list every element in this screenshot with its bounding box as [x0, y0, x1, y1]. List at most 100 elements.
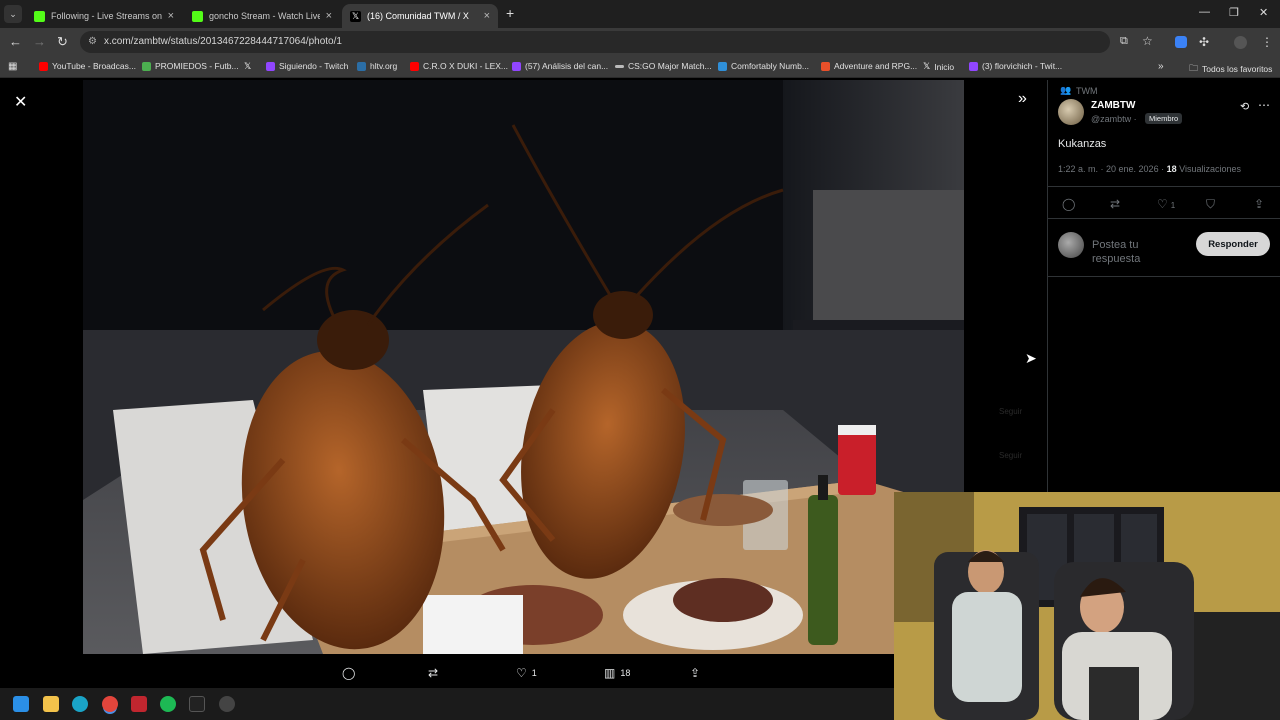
- site-info-icon[interactable]: ⚙: [88, 36, 97, 47]
- twitch-icon: [266, 61, 275, 71]
- install-app-icon[interactable]: ⧉: [1120, 35, 1128, 48]
- browser-toolbar: ← → ↻ ⚙ x.com/zambtw/status/201346722844…: [0, 28, 1280, 56]
- repost-icon[interactable]: ⇄: [428, 666, 438, 680]
- grok-icon[interactable]: ⟲: [1240, 100, 1249, 113]
- bookmark-adventure-rpg[interactable]: Adventure and RPG...: [821, 61, 917, 71]
- tab-search-button[interactable]: ⌄: [4, 5, 22, 23]
- share-icon[interactable]: ⇪: [1254, 197, 1264, 211]
- bookmark-label: CS:GO Major Match...: [628, 61, 712, 71]
- bookmark-label: hltv.org: [370, 61, 398, 71]
- photo-actions-bar: ◯ ⇄ ♡ 1 ▥ 18 ⇪: [0, 660, 1047, 688]
- bookmark-youtube[interactable]: YouTube - Broadcas...: [39, 61, 136, 71]
- minimize-icon[interactable]: —: [1199, 6, 1210, 18]
- spotify-icon[interactable]: [160, 696, 176, 712]
- bookmark-twitch-following[interactable]: Siguiendo - Twitch: [266, 61, 348, 71]
- address-bar[interactable]: ⚙ x.com/zambtw/status/201346722844471706…: [80, 31, 1153, 53]
- back-icon[interactable]: ←: [9, 34, 22, 49]
- bookmark-icon[interactable]: ⛉: [1206, 197, 1215, 212]
- bookmark-analisis[interactable]: (57) Análisis del can...: [512, 61, 608, 71]
- member-badge: Miembro: [1145, 113, 1183, 124]
- bookmark-x[interactable]: 𝕏: [244, 61, 251, 72]
- windows-start-icon[interactable]: [13, 696, 29, 712]
- post-photo[interactable]: [83, 80, 964, 654]
- restore-icon[interactable]: ❐: [1229, 6, 1239, 19]
- post-meta: 1:22 a. m. · 20 ene. 2026 · 18 Visualiza…: [1058, 164, 1241, 174]
- twitch-icon: [512, 61, 521, 71]
- chrome-icon[interactable]: [102, 696, 118, 712]
- edge-icon[interactable]: [72, 696, 88, 712]
- author-display-name[interactable]: ZAMBTW: [1091, 100, 1135, 111]
- author-handle[interactable]: @zambtw ·: [1091, 114, 1137, 124]
- extensions-puzzle-icon[interactable]: ✣: [1199, 35, 1209, 49]
- bookmark-inicio[interactable]: 𝕏 Inicio: [923, 61, 954, 72]
- bookmark-label: Todos los favoritos: [1202, 64, 1273, 74]
- expand-panel-icon[interactable]: »: [1018, 90, 1027, 108]
- like-button[interactable]: ♡ 1: [516, 666, 537, 680]
- extension-icon[interactable]: [1175, 36, 1187, 48]
- reload-icon[interactable]: ↻: [57, 34, 68, 50]
- browser-tab-strip: ⌄ Following - Live Streams on Kick × gon…: [0, 0, 1280, 28]
- bookmark-duki[interactable]: C.R.O X DUKI - LEX...: [410, 61, 508, 71]
- webcam-feed-image: [894, 492, 1280, 720]
- share-icon[interactable]: ⇪: [690, 666, 700, 680]
- views-button[interactable]: ▥ 18: [604, 666, 630, 680]
- more-bookmarks-icon[interactable]: »: [1158, 61, 1164, 72]
- bookmark-label: Comfortably Numb...: [731, 61, 809, 71]
- bookmark-csgo[interactable]: CS:GO Major Match...: [615, 61, 712, 71]
- app-icon[interactable]: [219, 696, 235, 712]
- bookmark-label: Inicio: [934, 61, 955, 72]
- bookmark-florvichich[interactable]: (3) florvichich - Twit...: [969, 61, 1062, 71]
- tab-goncho-stream[interactable]: goncho Stream - Watch Live on Kick ×: [184, 4, 340, 28]
- like-count: 1: [531, 668, 537, 678]
- file-explorer-icon[interactable]: [43, 696, 59, 712]
- app-icon[interactable]: [131, 696, 147, 712]
- tab-kick-following[interactable]: Following - Live Streams on Kick ×: [26, 4, 182, 28]
- author-avatar[interactable]: [1058, 99, 1084, 125]
- youtube-icon: [410, 61, 419, 71]
- ghost-follow-text: Seguir: [999, 451, 1023, 460]
- reply-button[interactable]: Responder: [1196, 232, 1270, 256]
- post-text: Kukanzas: [1058, 138, 1107, 150]
- profile-avatar[interactable]: [1234, 36, 1247, 49]
- tab-label: Following - Live Streams on Kick: [51, 11, 162, 21]
- community-name[interactable]: TWM: [1076, 86, 1098, 96]
- bar-chart-icon: ▥: [604, 666, 616, 680]
- kick-icon: [192, 10, 203, 22]
- reply-icon[interactable]: ◯: [342, 666, 355, 680]
- bookmark-comfortably-numb[interactable]: Comfortably Numb...: [718, 61, 809, 71]
- bookmark-star-icon[interactable]: ☆: [1142, 34, 1153, 48]
- like-count: 1: [1170, 201, 1176, 210]
- forward-icon[interactable]: →: [33, 34, 46, 49]
- bookmark-hltv[interactable]: hltv.org: [357, 61, 397, 71]
- like-button[interactable]: ♡ 1: [1157, 197, 1175, 211]
- bookmark-site-icon: [718, 61, 727, 71]
- mouse-cursor-icon: ➤: [1025, 350, 1037, 366]
- close-window-icon[interactable]: ✕: [1259, 6, 1268, 19]
- x-logo-icon: 𝕏: [923, 61, 931, 71]
- post-timestamp[interactable]: 1:22 a. m. · 20 ene. 2026 ·: [1058, 164, 1164, 174]
- all-bookmarks-folder[interactable]: 🗀 Todos los favoritos: [1189, 61, 1272, 77]
- post-views-count: 18: [1166, 164, 1177, 174]
- tab-comunidad-twm[interactable]: 𝕏 (16) Comunidad TWM / X ×: [342, 4, 498, 28]
- folder-icon: 🗀: [1189, 63, 1199, 73]
- more-options-icon[interactable]: ⋯: [1258, 98, 1270, 112]
- hltv-icon: [357, 61, 366, 71]
- close-tab-icon[interactable]: ×: [326, 10, 332, 22]
- bookmarks-bar: ▦ YouTube - Broadcas... PROMIEDOS - Futb…: [0, 56, 1280, 78]
- apps-grid-icon[interactable]: ▦: [8, 61, 17, 72]
- close-tab-icon[interactable]: ×: [168, 10, 174, 22]
- reply-icon[interactable]: ◯: [1062, 197, 1075, 211]
- new-tab-button[interactable]: +: [506, 5, 514, 21]
- close-photo-icon[interactable]: ✕: [14, 92, 27, 112]
- bookmark-promiedos[interactable]: PROMIEDOS - Futb...: [142, 61, 239, 71]
- menu-kebab-icon[interactable]: ⋮: [1261, 35, 1273, 49]
- repost-icon[interactable]: ⇄: [1110, 197, 1120, 211]
- promiedos-icon: [142, 61, 151, 71]
- app-icon[interactable]: [189, 696, 205, 712]
- close-tab-icon[interactable]: ×: [484, 10, 490, 22]
- taskbar: [0, 688, 894, 720]
- bookmark-label: (57) Análisis del can...: [525, 61, 609, 71]
- kick-icon: [34, 10, 45, 22]
- reply-input[interactable]: Postea tu respuesta: [1092, 238, 1182, 266]
- twitch-icon: [969, 61, 978, 71]
